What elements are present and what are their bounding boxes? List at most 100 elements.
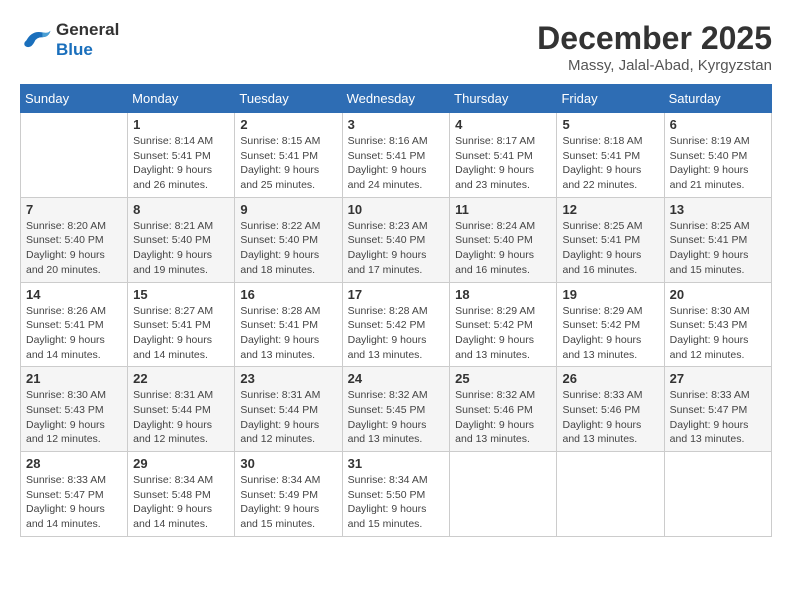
calendar-cell: 9 Sunrise: 8:22 AMSunset: 5:40 PMDaylight… [235,197,342,282]
calendar-week-2: 7 Sunrise: 8:20 AMSunset: 5:40 PMDaylight… [21,197,772,282]
day-number: 8 [133,202,229,217]
day-number: 6 [670,117,766,132]
day-number: 2 [240,117,336,132]
logo: General Blue [20,20,119,60]
day-number: 20 [670,287,766,302]
day-info: Sunrise: 8:16 AMSunset: 5:41 PMDaylight:… [348,134,445,193]
day-number: 15 [133,287,229,302]
calendar-cell: 11 Sunrise: 8:24 AMSunset: 5:40 PMDayligh… [450,197,557,282]
day-info: Sunrise: 8:32 AMSunset: 5:45 PMDaylight:… [348,388,445,447]
calendar-cell: 21 Sunrise: 8:30 AMSunset: 5:43 PMDayligh… [21,367,128,452]
day-number: 31 [348,456,445,471]
day-info: Sunrise: 8:33 AMSunset: 5:47 PMDaylight:… [26,473,122,532]
day-info: Sunrise: 8:18 AMSunset: 5:41 PMDaylight:… [562,134,658,193]
calendar-week-5: 28 Sunrise: 8:33 AMSunset: 5:47 PMDayligh… [21,452,772,537]
calendar-cell: 16 Sunrise: 8:28 AMSunset: 5:41 PMDayligh… [235,282,342,367]
calendar-cell: 14 Sunrise: 8:26 AMSunset: 5:41 PMDayligh… [21,282,128,367]
logo-icon [20,26,52,54]
calendar-cell: 10Sunrise: 8:23 AMSunset: 5:40 PMDayligh… [342,197,450,282]
day-number: 25 [455,371,551,386]
day-info: Sunrise: 8:31 AMSunset: 5:44 PMDaylight:… [240,388,336,447]
calendar-cell: 8 Sunrise: 8:21 AMSunset: 5:40 PMDaylight… [128,197,235,282]
calendar-cell: 2 Sunrise: 8:15 AMSunset: 5:41 PMDaylight… [235,113,342,198]
calendar-cell: 27 Sunrise: 8:33 AMSunset: 5:47 PMDayligh… [664,367,771,452]
col-sunday: Sunday [21,85,128,113]
calendar-cell: 19 Sunrise: 8:29 AMSunset: 5:42 PMDayligh… [557,282,664,367]
day-number: 28 [26,456,122,471]
calendar-cell: 7 Sunrise: 8:20 AMSunset: 5:40 PMDaylight… [21,197,128,282]
col-monday: Monday [128,85,235,113]
day-info: Sunrise: 8:24 AMSunset: 5:40 PMDaylight:… [455,219,551,278]
day-info: Sunrise: 8:34 AMSunset: 5:49 PMDaylight:… [240,473,336,532]
day-info: Sunrise: 8:21 AMSunset: 5:40 PMDaylight:… [133,219,229,278]
day-info: Sunrise: 8:34 AMSunset: 5:48 PMDaylight:… [133,473,229,532]
calendar-week-3: 14 Sunrise: 8:26 AMSunset: 5:41 PMDayligh… [21,282,772,367]
day-info: Sunrise: 8:31 AMSunset: 5:44 PMDaylight:… [133,388,229,447]
day-number: 23 [240,371,336,386]
day-number: 4 [455,117,551,132]
calendar-cell: 28 Sunrise: 8:33 AMSunset: 5:47 PMDayligh… [21,452,128,537]
col-saturday: Saturday [664,85,771,113]
day-info: Sunrise: 8:27 AMSunset: 5:41 PMDaylight:… [133,304,229,363]
day-number: 17 [348,287,445,302]
day-info: Sunrise: 8:29 AMSunset: 5:42 PMDaylight:… [562,304,658,363]
day-number: 12 [562,202,658,217]
day-number: 1 [133,117,229,132]
day-number: 19 [562,287,658,302]
day-info: Sunrise: 8:30 AMSunset: 5:43 PMDaylight:… [26,388,122,447]
day-number: 13 [670,202,766,217]
calendar-cell: 15 Sunrise: 8:27 AMSunset: 5:41 PMDayligh… [128,282,235,367]
day-number: 24 [348,371,445,386]
calendar-cell: 31Sunrise: 8:34 AMSunset: 5:50 PMDayligh… [342,452,450,537]
day-number: 14 [26,287,122,302]
day-number: 11 [455,202,551,217]
month-title: December 2025 [537,20,772,57]
calendar-week-1: 1 Sunrise: 8:14 AMSunset: 5:41 PMDaylight… [21,113,772,198]
day-info: Sunrise: 8:14 AMSunset: 5:41 PMDaylight:… [133,134,229,193]
day-info: Sunrise: 8:29 AMSunset: 5:42 PMDaylight:… [455,304,551,363]
col-friday: Friday [557,85,664,113]
day-number: 10 [348,202,445,217]
calendar-cell: 3 Sunrise: 8:16 AMSunset: 5:41 PMDaylight… [342,113,450,198]
day-number: 30 [240,456,336,471]
calendar-cell [664,452,771,537]
day-number: 26 [562,371,658,386]
day-info: Sunrise: 8:26 AMSunset: 5:41 PMDaylight:… [26,304,122,363]
day-number: 27 [670,371,766,386]
day-info: Sunrise: 8:20 AMSunset: 5:40 PMDaylight:… [26,219,122,278]
title-section: December 2025 Massy, Jalal-Abad, Kyrgyzs… [537,20,772,74]
day-info: Sunrise: 8:30 AMSunset: 5:43 PMDaylight:… [670,304,766,363]
col-tuesday: Tuesday [235,85,342,113]
day-info: Sunrise: 8:33 AMSunset: 5:47 PMDaylight:… [670,388,766,447]
calendar-cell: 26Sunrise: 8:33 AMSunset: 5:46 PMDayligh… [557,367,664,452]
day-number: 7 [26,202,122,217]
calendar-week-4: 21 Sunrise: 8:30 AMSunset: 5:43 PMDayligh… [21,367,772,452]
day-info: Sunrise: 8:17 AMSunset: 5:41 PMDaylight:… [455,134,551,193]
calendar-cell: 12Sunrise: 8:25 AMSunset: 5:41 PMDayligh… [557,197,664,282]
calendar-cell [21,113,128,198]
day-info: Sunrise: 8:28 AMSunset: 5:42 PMDaylight:… [348,304,445,363]
location: Massy, Jalal-Abad, Kyrgyzstan [537,57,772,74]
calendar-cell: 30 Sunrise: 8:34 AMSunset: 5:49 PMDayligh… [235,452,342,537]
day-info: Sunrise: 8:22 AMSunset: 5:40 PMDaylight:… [240,219,336,278]
calendar-cell: 25 Sunrise: 8:32 AMSunset: 5:46 PMDayligh… [450,367,557,452]
calendar-cell [450,452,557,537]
calendar-cell [557,452,664,537]
day-info: Sunrise: 8:28 AMSunset: 5:41 PMDaylight:… [240,304,336,363]
day-number: 3 [348,117,445,132]
day-number: 9 [240,202,336,217]
col-wednesday: Wednesday [342,85,450,113]
calendar-cell: 23 Sunrise: 8:31 AMSunset: 5:44 PMDayligh… [235,367,342,452]
header: General Blue December 2025 Massy, Jalal-… [20,20,772,74]
day-number: 16 [240,287,336,302]
day-info: Sunrise: 8:32 AMSunset: 5:46 PMDaylight:… [455,388,551,447]
day-info: Sunrise: 8:25 AMSunset: 5:41 PMDaylight:… [670,219,766,278]
day-number: 22 [133,371,229,386]
day-info: Sunrise: 8:15 AMSunset: 5:41 PMDaylight:… [240,134,336,193]
logo-text: General Blue [56,20,119,60]
day-number: 21 [26,371,122,386]
page-container: General Blue December 2025 Massy, Jalal-… [20,20,772,537]
day-number: 18 [455,287,551,302]
calendar-cell: 29Sunrise: 8:34 AMSunset: 5:48 PMDayligh… [128,452,235,537]
calendar-cell: 6Sunrise: 8:19 AMSunset: 5:40 PMDaylight… [664,113,771,198]
